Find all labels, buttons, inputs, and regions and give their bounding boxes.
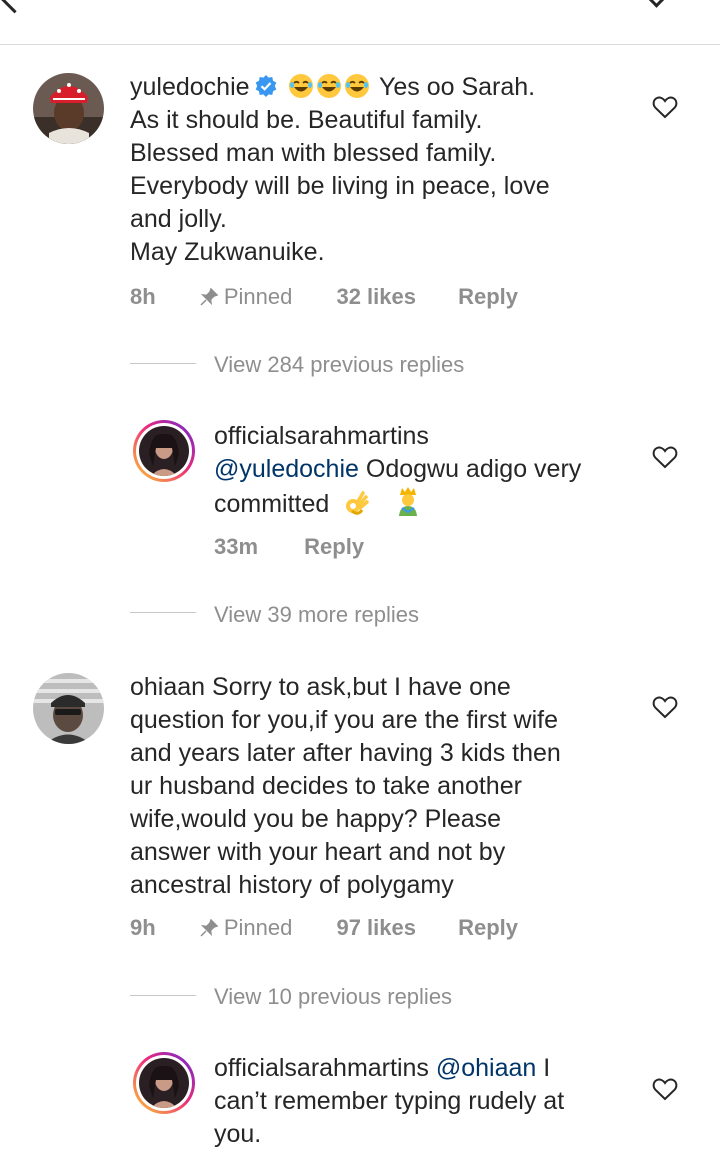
comment-text-line: Blessed man with blessed family. bbox=[130, 139, 497, 167]
comment-meta: 8h Pinned 32 likes Reply bbox=[130, 284, 518, 310]
avatar[interactable] bbox=[33, 673, 104, 744]
laughing-emoji-icon bbox=[289, 74, 314, 98]
pinned-label-group: Pinned bbox=[200, 915, 293, 940]
top-bar bbox=[0, 0, 720, 45]
laughing-emoji-icon bbox=[345, 74, 370, 98]
reply-body: officialsarahmartins @ohiaan I can’t rem… bbox=[214, 1052, 644, 1151]
heart-outline-icon[interactable] bbox=[652, 695, 678, 719]
back-arrow-icon[interactable] bbox=[0, 0, 30, 14]
comment-text-line: ur husband decides to take another bbox=[130, 772, 522, 800]
laughing-emoji-icon bbox=[317, 74, 342, 98]
heart-outline-icon[interactable] bbox=[652, 95, 678, 119]
comment-text-line: and jolly. bbox=[130, 205, 227, 233]
story-ring[interactable] bbox=[133, 420, 195, 482]
comment-text-line: As it should be. Beautiful family. bbox=[130, 106, 483, 134]
avatar[interactable] bbox=[139, 426, 189, 476]
comment-text-line: can’t remember typing rudely at bbox=[214, 1087, 565, 1115]
comment-text-line: committed bbox=[214, 490, 330, 518]
pinned-label: Pinned bbox=[223, 284, 293, 309]
reply-button[interactable]: Reply bbox=[458, 915, 518, 940]
comment-time: 33m bbox=[214, 534, 259, 559]
divider-line bbox=[130, 363, 196, 364]
comment-time: 9h bbox=[130, 915, 156, 940]
likes-count[interactable]: 97 likes bbox=[336, 915, 416, 940]
comment-text-line: wife,would you be happy? Please bbox=[130, 805, 502, 833]
username[interactable]: yuledochie bbox=[130, 73, 250, 101]
story-ring[interactable] bbox=[133, 1052, 195, 1114]
divider-line bbox=[130, 612, 196, 613]
username[interactable]: ohiaan bbox=[130, 673, 205, 701]
pinned-label: Pinned bbox=[223, 915, 293, 940]
comment-text-line: answer with your heart and not by bbox=[130, 838, 506, 866]
view-replies-link[interactable]: View 10 previous replies bbox=[214, 984, 452, 1010]
divider-line bbox=[130, 995, 196, 996]
comment-time: 8h bbox=[130, 284, 156, 309]
comment-text: Yes oo Sarah. bbox=[378, 73, 536, 101]
ok-hand-emoji-icon bbox=[346, 491, 370, 515]
mention-link[interactable]: @ohiaan bbox=[436, 1054, 536, 1082]
view-replies-link[interactable]: View 39 more replies bbox=[214, 602, 419, 628]
pin-icon bbox=[200, 288, 218, 306]
comment-text: Sorry to ask,but I have one bbox=[212, 673, 511, 701]
avatar[interactable] bbox=[139, 1058, 189, 1108]
avatar[interactable] bbox=[33, 73, 104, 144]
comment-text: Odogwu adigo very bbox=[358, 455, 582, 483]
comment-text-line: question for you,if you are the first wi… bbox=[130, 706, 558, 734]
pin-icon bbox=[200, 919, 218, 937]
comment-text-line: May Zukwanuike. bbox=[130, 238, 325, 266]
comment-text: I bbox=[536, 1054, 551, 1082]
view-replies-link[interactable]: View 284 previous replies bbox=[214, 352, 464, 378]
verified-badge-icon bbox=[255, 75, 276, 97]
comment-text-line: and years later after having 3 kids then bbox=[130, 739, 561, 767]
mention-link[interactable]: @yuledochie bbox=[214, 455, 359, 483]
comment-body: ohiaan Sorry to ask,but I have one quest… bbox=[130, 671, 650, 902]
chevron-down-icon[interactable] bbox=[647, 0, 666, 8]
username[interactable]: officialsarahmartins bbox=[214, 420, 644, 453]
reply-button[interactable]: Reply bbox=[458, 284, 518, 309]
comment-text-line: you. bbox=[214, 1120, 262, 1148]
reply-body: officialsarahmartins @yuledochie Odogwu … bbox=[214, 420, 644, 521]
heart-outline-icon[interactable] bbox=[652, 1077, 678, 1101]
comment-body: yuledochie Yes oo Sarah. As it should be… bbox=[130, 71, 650, 269]
comment-text-line: Everybody will be living in peace, love bbox=[130, 172, 550, 200]
pinned-label-group: Pinned bbox=[200, 284, 293, 309]
reply-button[interactable]: Reply bbox=[304, 534, 364, 559]
username[interactable]: officialsarahmartins bbox=[214, 1054, 429, 1082]
likes-count[interactable]: 32 likes bbox=[336, 284, 416, 309]
comment-text-line: ancestral history of polygamy bbox=[130, 871, 454, 899]
heart-outline-icon[interactable] bbox=[652, 445, 678, 469]
comment-meta: 9h Pinned 97 likes Reply bbox=[130, 915, 518, 941]
reply-meta: 33m Reply bbox=[214, 534, 364, 560]
prince-emoji-icon bbox=[399, 487, 418, 516]
